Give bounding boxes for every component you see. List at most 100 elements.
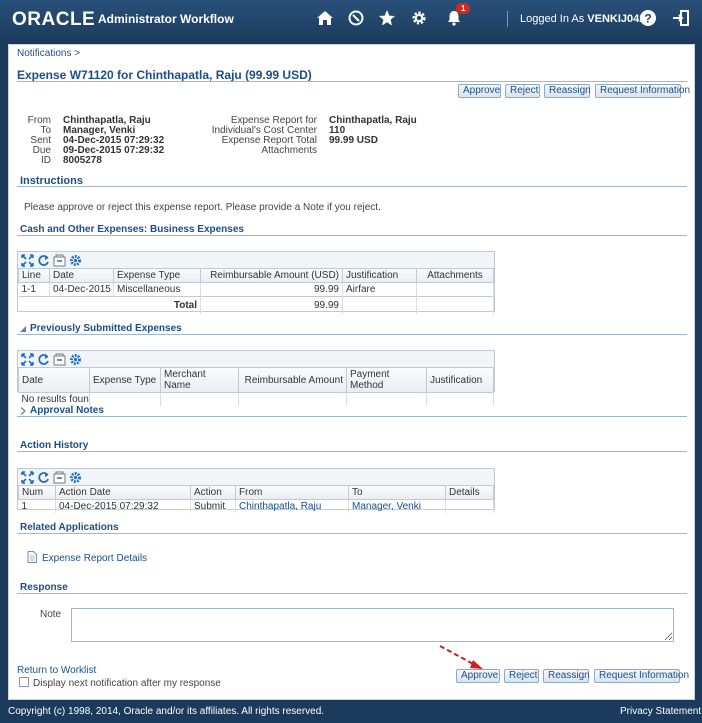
notification-panel: Notifications > Expense W71120 for Chint… bbox=[8, 44, 695, 700]
logged-in-prefix: Logged In As bbox=[520, 13, 585, 25]
cell-line: 1-1 bbox=[18, 282, 50, 297]
col-from[interactable]: From bbox=[235, 486, 349, 500]
breadcrumb-notifications[interactable]: Notifications > bbox=[17, 48, 80, 59]
cell-justification: Airfare bbox=[342, 282, 417, 297]
previous-heading[interactable]: Previously Submitted Expenses bbox=[30, 323, 182, 334]
detach-icon[interactable] bbox=[21, 353, 34, 366]
privacy-statement-link[interactable]: Privacy Statement bbox=[620, 706, 701, 717]
navigator-icon[interactable] bbox=[347, 9, 367, 29]
col-merchant-name[interactable]: Merchant Name bbox=[160, 368, 239, 393]
favorites-icon[interactable] bbox=[378, 9, 398, 29]
note-field[interactable] bbox=[71, 608, 674, 642]
cell-to[interactable]: Manager, Venki bbox=[348, 499, 446, 513]
approve-button-top[interactable]: Approve bbox=[458, 84, 501, 98]
reassign-button-top[interactable]: Reassign bbox=[544, 84, 591, 98]
refresh-icon[interactable] bbox=[37, 254, 50, 267]
global-header: ORACLE Administrator Workflow 1 Logged I… bbox=[0, 0, 702, 38]
approval-notes-heading[interactable]: Approval Notes bbox=[30, 405, 104, 416]
col-action-date[interactable]: Action Date bbox=[55, 486, 191, 500]
cell-action: Submit bbox=[190, 499, 236, 513]
request-information-button-top[interactable]: Request Information bbox=[595, 84, 690, 98]
table-row[interactable]: 1 04-Dec-2015 07:29:32 Submit Chinthapat… bbox=[18, 499, 494, 513]
table-settings-icon[interactable] bbox=[69, 254, 82, 267]
previous-table-toolbar bbox=[18, 351, 494, 368]
page-footer: Copyright (c) 1998, 2014, Oracle and/or … bbox=[0, 702, 702, 723]
cell-from[interactable]: Chinthapatla, Raju bbox=[235, 499, 349, 513]
return-to-worklist-link[interactable]: Return to Worklist bbox=[17, 665, 96, 676]
logout-icon[interactable] bbox=[672, 9, 692, 29]
col-reimbursable-amount[interactable]: Reimbursable Amount bbox=[238, 368, 347, 393]
col-action[interactable]: Action bbox=[190, 486, 236, 500]
detach-icon[interactable] bbox=[21, 254, 34, 267]
notification-count-badge: 1 bbox=[456, 3, 471, 14]
total-row: Total 99.99 bbox=[18, 296, 494, 314]
cell-date: 04-Dec-2015 bbox=[49, 282, 114, 297]
action-history-heading: Action History bbox=[20, 440, 89, 451]
total-label: Total bbox=[113, 296, 201, 314]
page-title: Expense W71120 for Chinthapatla, Raju (9… bbox=[17, 68, 312, 82]
home-icon[interactable] bbox=[316, 9, 336, 29]
export-icon[interactable] bbox=[53, 254, 66, 267]
copyright-text: Copyright (c) 1998, 2014, Oracle and/or … bbox=[8, 706, 325, 717]
col-details[interactable]: Details bbox=[445, 486, 494, 500]
no-results-text: No results found. bbox=[18, 392, 90, 406]
expenses-divider bbox=[17, 235, 687, 236]
detach-icon[interactable] bbox=[21, 471, 34, 484]
total-value: 99.99 bbox=[200, 296, 343, 314]
col-justification[interactable]: Justification bbox=[426, 368, 494, 393]
col-to[interactable]: To bbox=[348, 486, 446, 500]
col-line[interactable]: Line bbox=[18, 269, 50, 283]
approve-button-bottom[interactable]: Approve bbox=[456, 669, 500, 683]
col-date[interactable]: Date bbox=[49, 269, 114, 283]
export-icon[interactable] bbox=[53, 353, 66, 366]
table-settings-icon[interactable] bbox=[69, 353, 82, 366]
reject-button-top[interactable]: Reject bbox=[505, 84, 540, 98]
col-expense-type[interactable]: Expense Type bbox=[89, 368, 161, 393]
col-justification[interactable]: Justification bbox=[342, 269, 417, 283]
cell-details bbox=[445, 499, 494, 513]
approval-notes-divider bbox=[17, 416, 687, 417]
expense-report-details-link[interactable]: Expense Report Details bbox=[42, 553, 147, 564]
response-divider bbox=[17, 593, 687, 594]
request-information-button-bottom[interactable]: Request Information bbox=[594, 669, 689, 683]
previous-grid: Date Expense Type Merchant Name Reimburs… bbox=[18, 368, 494, 406]
title-divider bbox=[17, 81, 687, 82]
document-icon bbox=[27, 551, 37, 566]
refresh-icon[interactable] bbox=[37, 353, 50, 366]
col-num[interactable]: Num bbox=[18, 486, 56, 500]
settings-icon[interactable] bbox=[410, 9, 430, 29]
display-next-checkbox[interactable] bbox=[19, 677, 29, 687]
previous-divider bbox=[17, 334, 687, 335]
logged-in-label: Logged In As VENKIJ0425 bbox=[520, 13, 652, 25]
response-heading: Response bbox=[20, 582, 68, 593]
help-icon[interactable]: ? bbox=[639, 9, 659, 29]
reassign-button-bottom[interactable]: Reassign bbox=[543, 669, 590, 683]
expenses-table: Line Date Expense Type Reimbursable Amou… bbox=[17, 251, 495, 314]
col-date[interactable]: Date bbox=[18, 368, 90, 393]
cell-attachments bbox=[416, 282, 494, 297]
oracle-logo: ORACLE bbox=[12, 9, 96, 30]
col-reimbursable-amount[interactable]: Reimbursable Amount (USD) bbox=[200, 269, 343, 283]
app-title: Administrator Workflow bbox=[98, 12, 234, 26]
expenses-grid: Line Date Expense Type Reimbursable Amou… bbox=[18, 269, 494, 314]
previous-table: Date Expense Type Merchant Name Reimburs… bbox=[17, 350, 495, 406]
action-history-table: Num Action Date Action From To Details 1… bbox=[17, 468, 495, 513]
table-row[interactable]: 1-1 04-Dec-2015 Miscellaneous 99.99 Airf… bbox=[18, 282, 494, 297]
attachments-label: Attachments bbox=[261, 145, 317, 156]
empty-row: No results found. bbox=[18, 392, 494, 406]
expenses-table-toolbar bbox=[18, 252, 494, 269]
header-divider bbox=[507, 11, 508, 27]
table-settings-icon[interactable] bbox=[69, 471, 82, 484]
related-heading: Related Applications bbox=[20, 522, 119, 533]
action-history-toolbar bbox=[18, 469, 494, 486]
col-payment-method[interactable]: Payment Method bbox=[346, 368, 427, 393]
cell-expense-type: Miscellaneous bbox=[113, 282, 201, 297]
display-next-label: Display next notification after my respo… bbox=[33, 678, 221, 689]
reject-button-bottom[interactable]: Reject bbox=[504, 669, 539, 683]
refresh-icon[interactable] bbox=[37, 471, 50, 484]
export-icon[interactable] bbox=[53, 471, 66, 484]
col-attachments[interactable]: Attachments bbox=[416, 269, 494, 283]
col-expense-type[interactable]: Expense Type bbox=[113, 269, 201, 283]
note-label: Note bbox=[40, 609, 62, 620]
cell-action-date: 04-Dec-2015 07:29:32 bbox=[55, 499, 191, 513]
